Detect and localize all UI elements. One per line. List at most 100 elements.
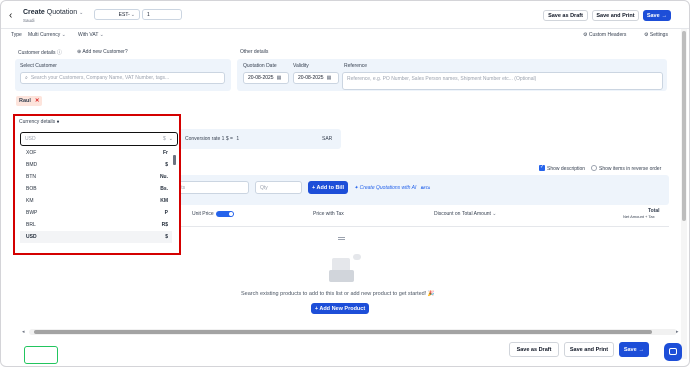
currency-option-symbol: Nu. (159, 174, 168, 180)
conversion-text: Conversion rate 1 $ = (185, 136, 233, 142)
save-print-button[interactable]: Save and Print (592, 10, 639, 21)
chat-widget-button[interactable] (664, 343, 682, 361)
customer-chip[interactable]: Raul ✕ (16, 96, 42, 106)
save-draft-button[interactable]: Save as Draft (543, 10, 588, 21)
save-label: Save (646, 12, 660, 19)
customer-search-input[interactable]: ⌕ Search your Customers, Company Name, V… (20, 72, 225, 84)
discount-select[interactable]: Total Amount ⌄ (462, 211, 497, 217)
currency-option[interactable]: BWP P (20, 207, 172, 219)
currency-option-symbol: Fr (163, 150, 168, 156)
quotation-date-value: 20-08-2025 (248, 75, 274, 81)
add-new-customer-label: Add new Customer? (82, 49, 128, 55)
unit-price-toggle[interactable] (216, 211, 234, 217)
chat-icon (669, 348, 677, 355)
info-icon: ⓘ (56, 50, 62, 56)
currency-option[interactable]: USD $ (20, 231, 172, 243)
empty-state-text: Search existing products to add to this … (241, 291, 435, 297)
unit-price-label: Unit Price (192, 211, 214, 217)
ai-link[interactable]: ✦ Create Quotations with AI BETA (354, 185, 430, 191)
custom-headers-button[interactable]: ⚙ Custom Headers (583, 32, 626, 38)
chevron-down-icon[interactable]: ⌄ (79, 10, 83, 16)
vertical-scrollbar[interactable] (681, 29, 687, 359)
dropdown-scrollbar-thumb[interactable] (173, 155, 176, 165)
doc-number-input[interactable]: 1 (142, 9, 182, 20)
add-new-product-button[interactable]: + Add New Product (311, 303, 369, 314)
customer-details-label: Customer details (18, 50, 56, 56)
validity-date-value: 20-08-2025 (298, 75, 324, 81)
vertical-scrollbar-thumb[interactable] (682, 31, 686, 221)
currency-option-code: BOB (26, 186, 37, 192)
chat-bubble (353, 254, 361, 260)
back-icon[interactable]: ‹ (9, 10, 12, 21)
page-subtitle: Saudi (23, 18, 35, 23)
reference-placeholder: Reference, e.g. PO Number, Sales Person … (347, 76, 537, 82)
currency-option-symbol: $ (165, 234, 168, 240)
beta-badge: BETA (420, 186, 431, 190)
scroll-left-icon[interactable]: ◂ (22, 329, 25, 335)
conversion-label: Conversion rate 1 $ = 1 (185, 136, 239, 142)
qty-placeholder: Qty (260, 184, 268, 191)
type-select[interactable]: Multi Currency ⌄ (28, 32, 66, 38)
ai-link-label: Create Quotations with AI (359, 185, 417, 191)
chevron-down-icon: ⌄ (168, 136, 173, 142)
arrow-right-icon: → (661, 12, 668, 19)
currency-option[interactable]: BOB Bs. (20, 183, 172, 195)
currency-option[interactable]: BMD $ (20, 159, 172, 171)
currency-option-symbol: R$ (161, 222, 168, 228)
doc-prefix-select[interactable]: EST- ⌄ (94, 9, 140, 20)
settings-button[interactable]: ⚙ Settings (644, 32, 668, 38)
custom-headers-label: Custom Headers (588, 32, 627, 38)
scrollbar-thumb[interactable] (34, 330, 652, 334)
page-title: Create Quotation ⌄ (23, 9, 83, 16)
currency-input[interactable]: USD $ ⌄ (20, 132, 178, 146)
chevron-down-icon: ⌄ (61, 32, 66, 38)
calendar-icon: ▦ (326, 75, 332, 81)
conversion-currency: SAR (322, 136, 333, 142)
currency-option-code: BMD (26, 162, 38, 168)
close-icon[interactable]: ✕ (35, 98, 40, 104)
empty-inbox-icon (326, 254, 364, 284)
sparkle-icon: ✦ (354, 185, 359, 191)
gear-icon: ⚙ (644, 32, 649, 38)
save-button[interactable]: Save → (643, 10, 671, 21)
conversion-value: 1 (236, 136, 240, 142)
currency-option[interactable]: BRL R$ (20, 219, 172, 231)
type-label: Type (11, 32, 22, 38)
validity-date-input[interactable]: 20-08-2025 ▦ (293, 72, 339, 84)
vat-value: With VAT (78, 32, 99, 38)
footer-save-button[interactable]: Save → (619, 342, 649, 357)
footer-save-draft-button[interactable]: Save as Draft (509, 342, 559, 357)
horizontal-scrollbar[interactable] (29, 329, 677, 335)
currency-option[interactable]: KM KM (20, 195, 172, 207)
currency-option-code: BRL (26, 222, 36, 228)
footer-save-print-button[interactable]: Save and Print (564, 342, 614, 357)
add-to-bill-button[interactable]: + Add to Bill (308, 181, 348, 194)
footer-left-box[interactable] (24, 346, 58, 364)
show-reverse-checkbox[interactable] (591, 165, 597, 171)
currency-details-heading: Currency details ● (19, 119, 60, 125)
doc-number: 1 (147, 11, 150, 18)
reference-label: Reference (344, 63, 368, 69)
settings-label: Settings (649, 32, 668, 38)
currency-option-symbol: P (164, 210, 168, 216)
inbox-tray (329, 270, 354, 282)
quotation-date-input[interactable]: 20-08-2025 ▦ (243, 72, 289, 84)
product-search-input[interactable]: ucts (171, 181, 249, 194)
currency-input-value: USD (25, 136, 36, 142)
scroll-right-icon[interactable]: ▸ (676, 329, 679, 335)
dropdown-scrollbar[interactable] (173, 149, 177, 247)
show-description-checkbox[interactable] (539, 164, 545, 171)
currency-option-symbol: KM (160, 198, 168, 204)
vat-select[interactable]: With VAT ⌄ (78, 32, 104, 38)
quotation-date-label: Quotation Date (243, 63, 277, 69)
header-divider (1, 28, 689, 29)
add-new-customer-link[interactable]: ⊕ Add new Customer? (77, 49, 128, 55)
currency-details-label: Currency details (19, 119, 56, 125)
other-details-heading: Other details (240, 49, 269, 55)
qty-input[interactable]: Qty (255, 181, 302, 194)
total-subheader: Net Amount + Tax (623, 214, 655, 219)
type-value: Multi Currency (28, 32, 61, 38)
currency-option[interactable]: XOF Fr (20, 147, 172, 159)
reference-input[interactable]: Reference, e.g. PO Number, Sales Person … (342, 72, 663, 90)
currency-option[interactable]: BTN Nu. (20, 171, 172, 183)
